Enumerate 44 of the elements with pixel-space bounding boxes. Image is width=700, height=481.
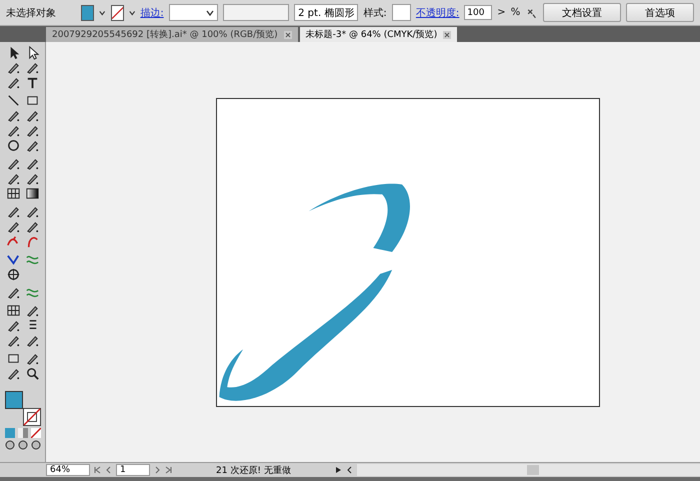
selection-label: 未选择对象 [6,6,56,20]
toolbar-button[interactable]: 首选项 [626,3,694,22]
document-tab[interactable]: 2007929205545692 [转换].ai* @ 100% (RGB/预览) [46,27,298,42]
stroke-swatch[interactable] [110,4,124,20]
gradient-icon[interactable] [24,186,40,201]
variable-width-field[interactable] [223,4,290,21]
document-tab[interactable]: 未标题-3* @ 64% (CMYK/预览) [300,27,458,42]
status-message: 21 次还原! 无重做 [215,464,292,476]
fill-color-swatch[interactable] [4,391,22,409]
scroll-left-icon[interactable] [346,466,353,474]
style-label: 样式: [363,6,387,20]
stroke-weight-field[interactable] [168,4,218,21]
first-page-icon[interactable] [94,466,101,474]
fill-swatch[interactable] [81,4,94,20]
last-page-icon[interactable] [165,466,172,474]
none-mode-icon[interactable] [30,428,40,438]
opacity-field[interactable]: 100 [464,5,492,20]
mesh-icon[interactable] [6,186,20,201]
caret-icon[interactable] [206,8,214,16]
percent-label: % [510,7,520,18]
toolbar-button[interactable]: 文档设置 [543,3,622,22]
line-icon[interactable] [6,93,20,108]
zoom-dropdown[interactable]: 64% [46,464,90,476]
close-icon[interactable] [443,30,452,38]
page-dropdown[interactable]: 1 [116,464,150,476]
zoom-icon[interactable] [24,366,40,381]
grid-icon[interactable] [6,303,20,318]
caret-icon[interactable] [128,8,136,16]
opacity-arrow[interactable]: > [497,7,506,18]
style-dropdown[interactable] [392,4,411,21]
stroke-color-swatch[interactable] [22,408,40,426]
crosshair-icon[interactable] [6,267,20,282]
next-page-icon[interactable] [154,466,161,474]
scroll-thumb[interactable] [526,465,539,475]
rotate-icon[interactable] [6,138,20,153]
horizontal-scrollbar[interactable] [356,464,700,476]
play-icon[interactable] [334,466,342,474]
opacity-link[interactable]: 不透明度: [416,6,460,20]
stroke-link[interactable]: 描边: [140,6,164,20]
brush-dropdown[interactable]: 2 pt. 椭圆形 [294,4,358,21]
color-mode-icon[interactable] [4,428,14,438]
caret-icon[interactable] [99,8,106,16]
previous-page-icon[interactable] [105,466,112,474]
close-icon[interactable] [284,30,292,38]
